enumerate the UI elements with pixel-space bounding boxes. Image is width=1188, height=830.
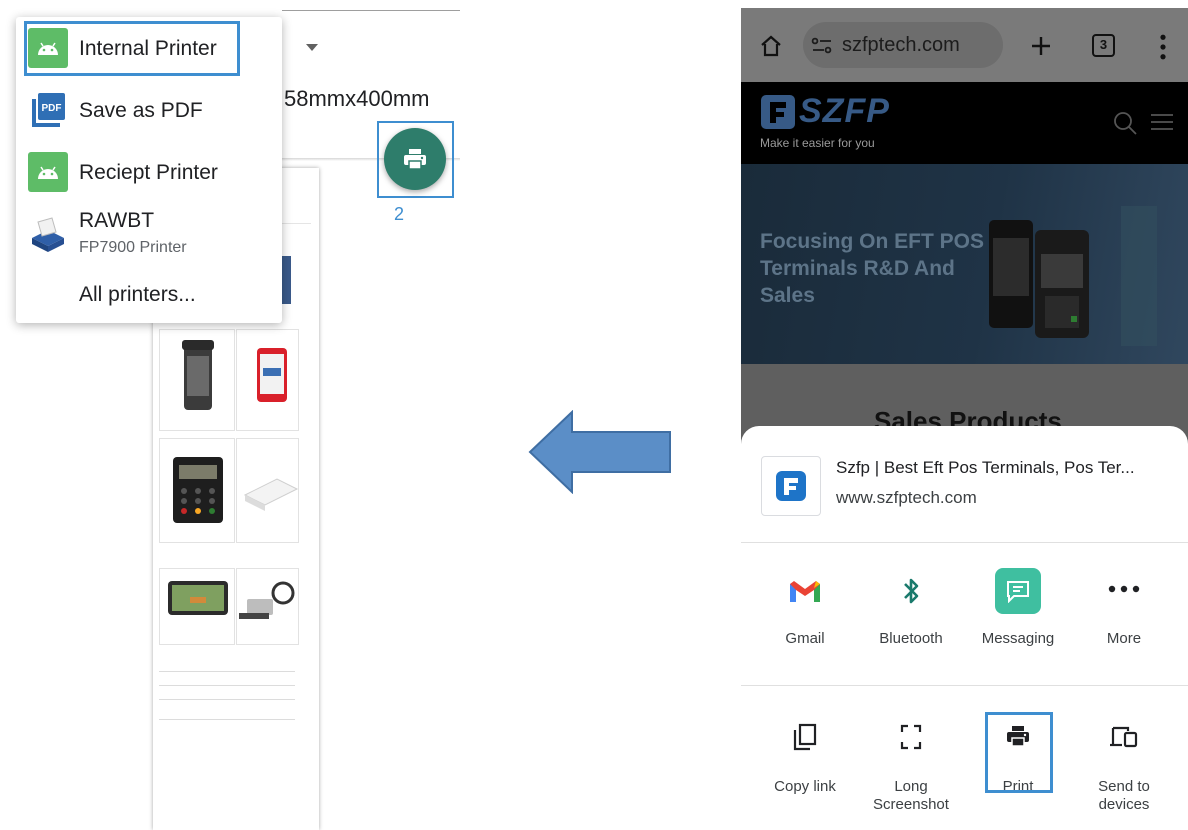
site-favicon	[761, 456, 821, 516]
menu-item-label: Reciept Printer	[79, 161, 218, 184]
menu-item-receipt-printer[interactable]: Reciept Printer	[16, 141, 282, 203]
printer-dropdown-arrow-icon[interactable]	[306, 44, 318, 51]
send-to-devices-icon	[1110, 726, 1138, 748]
szfp-logo-icon	[761, 95, 795, 129]
new-tab-icon[interactable]	[1029, 34, 1053, 58]
share-app-bluetooth[interactable]: Bluetooth	[858, 566, 964, 656]
share-app-label: Gmail	[785, 630, 825, 647]
hero-banner-text: Focusing On EFT POS Terminals R&D And Sa…	[760, 230, 985, 307]
header-divider	[282, 10, 460, 11]
preview-rule	[159, 719, 295, 720]
left-arrow-icon	[528, 410, 671, 494]
preview-news-line	[159, 682, 295, 686]
pos-terminal-image	[989, 206, 1157, 346]
share-action-label: Copy link	[774, 778, 836, 795]
share-action-copy-link[interactable]: Copy link	[752, 716, 858, 806]
shared-page-url: www.szfptech.com	[836, 488, 977, 507]
site-settings-icon[interactable]	[811, 36, 833, 56]
share-action-label-line: Send to devices	[1098, 778, 1150, 813]
more-icon	[1108, 585, 1140, 593]
site-tagline: Make it easier for you	[760, 136, 875, 150]
messaging-icon	[1007, 581, 1029, 603]
paper-size-label: 58mmx400mm	[284, 86, 430, 111]
share-divider	[741, 685, 1188, 686]
preview-product-cell	[236, 568, 299, 645]
printer-icon	[404, 149, 426, 170]
share-sheet: Szfp | Best Eft Pos Terminals, Pos Ter..…	[741, 426, 1188, 830]
menu-item-label: Save as PDF	[79, 99, 203, 122]
home-icon[interactable]	[759, 34, 783, 58]
copy-link-icon	[793, 723, 817, 751]
long-screenshot-icon	[900, 724, 922, 750]
menu-item-label: RAWBT	[79, 209, 155, 232]
share-action-send-to-devices[interactable]: Send to devices	[1071, 716, 1177, 813]
site-logo-text: SZFP	[799, 92, 890, 130]
share-app-messaging[interactable]: Messaging	[965, 566, 1071, 656]
menu-item-rawbt[interactable]: RAWBT FP7900 Printer	[16, 203, 282, 265]
share-action-long-screenshot[interactable]: Long Screenshot	[858, 716, 964, 813]
preview-news-line	[159, 668, 295, 672]
pdf-icon-text: PDF	[42, 103, 62, 114]
gmail-icon	[790, 581, 820, 602]
site-menu-icon[interactable]	[1151, 113, 1173, 131]
share-app-label: Bluetooth	[879, 630, 943, 647]
share-app-label: Messaging	[981, 630, 1055, 647]
share-app-label: More	[1106, 630, 1142, 647]
print-dialog-screenshot: 58mmx400mm 2 1	[0, 0, 470, 830]
menu-item-sublabel: FP7900 Printer	[79, 239, 187, 256]
preview-banner-fragment	[281, 256, 291, 304]
tab-count-button[interactable]: 3	[1092, 34, 1115, 57]
preview-product-cell	[159, 329, 235, 431]
menu-item-label: All printers...	[79, 283, 196, 306]
printer-selection-menu: Internal Printer PDF Save as PDF Reciept…	[16, 17, 282, 323]
internal-printer-highlight	[24, 21, 240, 76]
preview-product-cell	[159, 438, 235, 543]
android-printer-icon	[28, 152, 68, 192]
share-divider	[741, 542, 1188, 543]
shared-page-title: Szfp | Best Eft Pos Terminals, Pos Ter..…	[836, 458, 1135, 477]
menu-item-all-printers[interactable]: All printers...	[16, 265, 282, 323]
preview-product-cell	[236, 329, 299, 431]
szfp-favicon-icon	[776, 471, 806, 501]
preview-product-cell	[159, 568, 235, 645]
share-app-gmail[interactable]: Gmail	[752, 566, 858, 656]
site-search-icon[interactable]	[1113, 111, 1137, 135]
rawbt-icon	[28, 214, 68, 254]
pdf-icon: PDF	[28, 90, 68, 130]
preview-product-cell	[236, 438, 299, 543]
bluetooth-icon	[904, 578, 919, 604]
url-text: szfptech.com	[842, 34, 960, 56]
callout-number-2: 2	[394, 204, 405, 224]
share-action-label: Long Screenshot	[858, 778, 964, 814]
share-action-label: Send to devices	[1071, 778, 1177, 814]
print-action-highlight	[985, 712, 1053, 793]
menu-item-save-as-pdf[interactable]: PDF Save as PDF	[16, 79, 282, 141]
share-app-more[interactable]: More	[1071, 566, 1177, 656]
print-fab-button[interactable]	[384, 128, 446, 190]
browser-share-screenshot: szfptech.com 3 SZFP Make it easier for y…	[741, 8, 1188, 830]
more-menu-icon[interactable]	[1155, 34, 1171, 60]
share-action-label-line: Long Screenshot	[873, 778, 949, 813]
preview-news-line	[159, 696, 295, 700]
